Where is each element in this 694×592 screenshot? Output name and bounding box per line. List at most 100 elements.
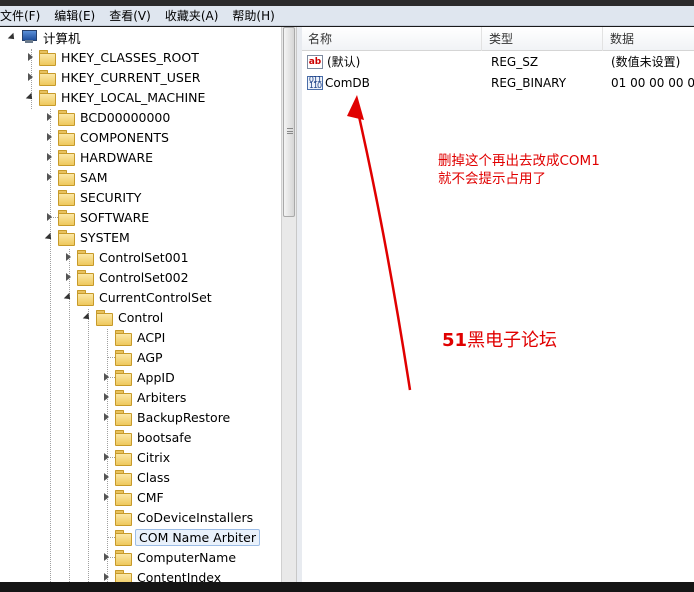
expanded-arrow-icon[interactable]	[45, 233, 54, 242]
tree-node[interactable]: AppID	[102, 367, 177, 387]
expanded-arrow-icon[interactable]	[64, 293, 73, 302]
collapsed-arrow-icon[interactable]	[26, 52, 35, 62]
folder-icon	[115, 450, 132, 466]
tree-node[interactable]: Class	[102, 467, 172, 487]
binary-value-icon: 011 110	[307, 75, 323, 90]
folder-icon	[58, 230, 75, 246]
menu-view[interactable]: 查看(V)	[109, 7, 151, 24]
tree-node-label: ControlSet001	[99, 249, 189, 265]
folder-icon	[115, 490, 132, 506]
tree-node[interactable]: HKEY_LOCAL_MACHINE	[26, 87, 207, 107]
tree-node[interactable]: BCD00000000	[45, 107, 172, 127]
tree-node[interactable]: ControlSet002	[64, 267, 191, 287]
tree-node[interactable]: SAM	[45, 167, 110, 187]
folder-icon	[58, 170, 75, 186]
tree-node[interactable]: BackupRestore	[102, 407, 232, 427]
collapsed-arrow-icon[interactable]	[45, 112, 54, 122]
menu-help[interactable]: 帮助(H)	[232, 7, 274, 24]
collapsed-arrow-icon[interactable]	[26, 72, 35, 82]
folder-icon	[58, 150, 75, 166]
column-type[interactable]: 类型	[483, 27, 603, 51]
computer-icon	[21, 30, 37, 44]
collapsed-arrow-icon[interactable]	[102, 452, 111, 462]
tree-node[interactable]: COM Name Arbiter	[102, 527, 261, 547]
tree-node[interactable]: HKEY_CLASSES_ROOT	[26, 47, 201, 67]
value-name: (默认)	[327, 55, 361, 69]
tree-node[interactable]: CurrentControlSet	[64, 287, 214, 307]
folder-icon	[115, 410, 132, 426]
collapsed-arrow-icon[interactable]	[102, 572, 111, 582]
list-item[interactable]: 011 110 ComDB REG_BINARY 01 00 00 00 00	[302, 73, 694, 94]
collapsed-arrow-icon[interactable]	[102, 552, 111, 562]
grip-icon	[287, 128, 293, 134]
tree-root-computer[interactable]: 计算机	[8, 27, 83, 47]
tree-vertical-scrollbar[interactable]	[281, 27, 296, 582]
tree-node[interactable]: HARDWARE	[45, 147, 155, 167]
scrollbar-thumb[interactable]	[283, 27, 295, 217]
watermark-text: 51黑电子论坛	[442, 326, 557, 352]
tree-node-label: BCD00000000	[80, 109, 171, 125]
folder-icon	[115, 550, 132, 566]
list-header: 名称 类型 数据	[302, 27, 694, 51]
collapsed-arrow-icon[interactable]	[45, 212, 54, 222]
list-item[interactable]: ab (默认) REG_SZ (数值未设置)	[302, 52, 694, 73]
tree-node-label: bootsafe	[137, 429, 192, 445]
value-data: 01 00 00 00 00	[611, 76, 694, 90]
tree-node[interactable]: SYSTEM	[45, 227, 132, 247]
collapsed-arrow-icon[interactable]	[64, 272, 73, 282]
tree-node[interactable]: Control	[83, 307, 165, 327]
collapsed-arrow-icon[interactable]	[45, 152, 54, 162]
tree-node[interactable]: SECURITY	[45, 187, 143, 207]
tree-node[interactable]: AGP	[102, 347, 165, 367]
tree-node[interactable]: ContentIndex	[102, 567, 223, 582]
collapsed-arrow-icon[interactable]	[45, 132, 54, 142]
tree-node[interactable]: Citrix	[102, 447, 172, 467]
menu-edit[interactable]: 编辑(E)	[54, 7, 95, 24]
tree-node[interactable]: CoDeviceInstallers	[102, 507, 255, 527]
watermark-number: 51	[442, 330, 468, 351]
folder-icon	[115, 350, 132, 366]
tree-node[interactable]: Arbiters	[102, 387, 188, 407]
folder-icon	[115, 330, 132, 346]
folder-icon	[58, 110, 75, 126]
tree-node[interactable]: ControlSet001	[64, 247, 191, 267]
tree-node[interactable]: bootsafe	[102, 427, 193, 447]
tree-node-label: 计算机	[43, 30, 81, 46]
tree-node[interactable]: HKEY_CURRENT_USER	[26, 67, 202, 87]
tree-node[interactable]: COMPONENTS	[45, 127, 171, 147]
folder-icon	[115, 430, 132, 446]
folder-icon	[115, 530, 132, 546]
folder-icon	[77, 250, 94, 266]
tree-node-label: HKEY_CURRENT_USER	[61, 69, 201, 85]
tree-node-label: Control	[118, 309, 164, 325]
collapsed-arrow-icon[interactable]	[64, 252, 73, 262]
tree-node[interactable]: ComputerName	[102, 547, 238, 567]
tree-node[interactable]: ACPI	[102, 327, 167, 347]
tree-node[interactable]: SOFTWARE	[45, 207, 151, 227]
column-name[interactable]: 名称	[302, 27, 482, 51]
column-data[interactable]: 数据	[604, 27, 694, 51]
annotation-line-1: 删掉这个再出去改成COM1	[438, 153, 600, 169]
tree-node-label: COMPONENTS	[80, 129, 169, 145]
menu-favorites[interactable]: 收藏夹(A)	[165, 7, 219, 24]
collapsed-arrow-icon[interactable]	[102, 492, 111, 502]
collapsed-arrow-icon[interactable]	[45, 172, 54, 182]
tree-node-label: ComputerName	[137, 549, 237, 565]
collapsed-arrow-icon[interactable]	[102, 372, 111, 382]
tree-node-label: COM Name Arbiter	[135, 528, 261, 546]
tree-node-label: BackupRestore	[137, 409, 231, 425]
collapsed-arrow-icon[interactable]	[102, 472, 111, 482]
menu-file[interactable]: 文件(F)	[0, 7, 40, 24]
collapsed-arrow-icon[interactable]	[102, 412, 111, 422]
collapsed-arrow-icon[interactable]	[102, 392, 111, 402]
tree-node-label: ACPI	[137, 329, 166, 345]
tree-node-label: HKEY_LOCAL_MACHINE	[61, 89, 206, 105]
tree-node-label: SECURITY	[80, 189, 142, 205]
expanded-arrow-icon[interactable]	[83, 313, 92, 322]
expanded-arrow-icon[interactable]	[26, 93, 35, 102]
tree-node[interactable]: CMF	[102, 487, 166, 507]
expanded-arrow-icon[interactable]	[8, 33, 17, 42]
